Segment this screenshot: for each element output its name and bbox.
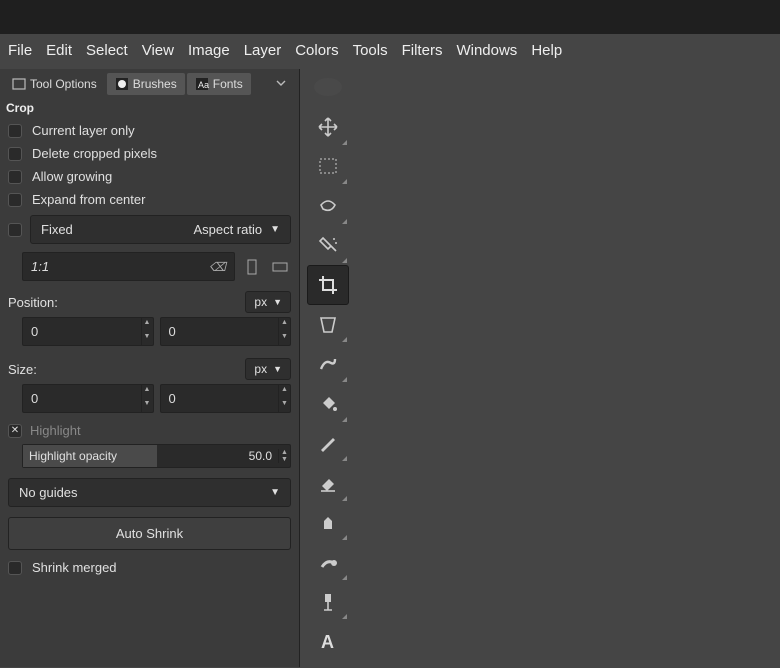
- spin-up[interactable]: ▲: [279, 385, 290, 399]
- fixed-mode: Aspect ratio: [193, 222, 262, 237]
- menu-help[interactable]: Help: [531, 42, 562, 59]
- spin-down[interactable]: ▼: [142, 332, 153, 346]
- chevron-down-icon: ▼: [273, 297, 282, 307]
- menu-select[interactable]: Select: [86, 42, 128, 59]
- input-size-w[interactable]: ▲▼: [22, 384, 154, 413]
- spin-up[interactable]: ▲: [279, 449, 290, 456]
- slider-highlight-opacity[interactable]: Highlight opacity 50.0 ▲▼: [22, 444, 291, 468]
- tool-eraser[interactable]: [307, 463, 349, 503]
- tab-label: Fonts: [213, 77, 243, 91]
- check-allow-growing[interactable]: [8, 170, 22, 184]
- chevron-down-icon: ▼: [270, 487, 280, 498]
- check-expand-center[interactable]: [8, 193, 22, 207]
- position-label: Position:: [8, 295, 58, 310]
- fonts-icon: Aa: [195, 77, 209, 91]
- unit-label: px: [254, 362, 267, 376]
- tool-bucket-fill[interactable]: [307, 384, 349, 424]
- tool-options-panel: Tool Options Brushes Aa Fonts Crop: [0, 69, 300, 667]
- label-expand-center: Expand from center: [32, 192, 145, 207]
- size-label: Size:: [8, 362, 37, 377]
- menu-edit[interactable]: Edit: [46, 42, 72, 59]
- input-position-x[interactable]: ▲▼: [22, 317, 154, 346]
- tab-fonts[interactable]: Aa Fonts: [187, 73, 251, 95]
- titlebar: [0, 0, 780, 34]
- input-position-y[interactable]: ▲▼: [160, 317, 292, 346]
- spin-down[interactable]: ▼: [279, 456, 290, 463]
- fixed-label: Fixed: [41, 222, 73, 237]
- check-highlight[interactable]: [8, 424, 22, 438]
- input-size-h[interactable]: ▲▼: [160, 384, 292, 413]
- menu-filters[interactable]: Filters: [402, 42, 443, 59]
- select-fixed-mode[interactable]: Fixed Aspect ratio ▼: [30, 215, 291, 244]
- tool-move[interactable]: [307, 107, 349, 147]
- unit-label: px: [254, 295, 267, 309]
- toolbox: A: [300, 69, 356, 667]
- button-auto-shrink[interactable]: Auto Shrink: [8, 517, 291, 550]
- spin-down[interactable]: ▼: [279, 332, 290, 346]
- opacity-value: 50.0: [243, 445, 278, 467]
- tab-menu-icon[interactable]: [275, 77, 289, 91]
- menubar: File Edit Select View Image Layer Colors…: [0, 34, 780, 69]
- tool-paths[interactable]: [307, 582, 349, 622]
- chevron-down-icon: ▼: [270, 224, 280, 235]
- gimp-logo-icon: [308, 75, 348, 99]
- tool-smudge[interactable]: [307, 542, 349, 582]
- tab-label: Tool Options: [30, 77, 97, 91]
- spin-down[interactable]: ▼: [279, 399, 290, 413]
- portrait-icon[interactable]: [241, 256, 263, 278]
- tab-brushes[interactable]: Brushes: [107, 73, 185, 95]
- section-title: Crop: [0, 95, 299, 119]
- tool-warp[interactable]: [307, 344, 349, 384]
- tool-clone[interactable]: [307, 503, 349, 543]
- brushes-icon: [115, 77, 129, 91]
- check-shrink-merged[interactable]: [8, 561, 22, 575]
- guides-value: No guides: [19, 485, 78, 500]
- select-guides[interactable]: No guides ▼: [8, 478, 291, 507]
- menu-tools[interactable]: Tools: [353, 42, 388, 59]
- check-fixed[interactable]: [8, 223, 22, 237]
- select-position-unit[interactable]: px ▼: [245, 291, 291, 313]
- svg-text:Aa: Aa: [198, 80, 209, 90]
- check-delete-cropped[interactable]: [8, 147, 22, 161]
- menu-image[interactable]: Image: [188, 42, 230, 59]
- input-size-w-value[interactable]: [23, 385, 141, 412]
- label-allow-growing: Allow growing: [32, 169, 112, 184]
- tab-tool-options[interactable]: Tool Options: [4, 73, 105, 95]
- menu-file[interactable]: File: [8, 42, 32, 59]
- svg-text:A: A: [321, 632, 334, 652]
- input-size-h-value[interactable]: [161, 385, 279, 412]
- select-size-unit[interactable]: px ▼: [245, 358, 291, 380]
- spin-up[interactable]: ▲: [142, 385, 153, 399]
- tool-text[interactable]: A: [307, 621, 349, 661]
- tool-free-select[interactable]: [307, 186, 349, 226]
- input-position-x-value[interactable]: [23, 318, 141, 345]
- menu-windows[interactable]: Windows: [456, 42, 517, 59]
- clear-icon[interactable]: ⌫: [209, 260, 226, 274]
- tool-options-icon: [12, 77, 26, 91]
- landscape-icon[interactable]: [269, 256, 291, 278]
- menu-layer[interactable]: Layer: [244, 42, 282, 59]
- input-aspect-ratio[interactable]: 1:1 ⌫: [22, 252, 235, 281]
- chevron-down-icon: ▼: [273, 364, 282, 374]
- input-position-y-value[interactable]: [161, 318, 279, 345]
- ratio-value: 1:1: [31, 259, 49, 274]
- tool-crop[interactable]: [307, 265, 349, 305]
- menu-colors[interactable]: Colors: [295, 42, 338, 59]
- label-highlight: Highlight: [30, 423, 81, 438]
- label-shrink-merged: Shrink merged: [32, 560, 117, 575]
- spin-down[interactable]: ▼: [142, 399, 153, 413]
- opacity-label: Highlight opacity: [23, 445, 243, 467]
- tool-unified-transform[interactable]: [307, 305, 349, 345]
- tool-rect-select[interactable]: [307, 147, 349, 187]
- tool-fuzzy-select[interactable]: [307, 226, 349, 266]
- tool-paintbrush[interactable]: [307, 424, 349, 464]
- label-current-layer: Current layer only: [32, 123, 135, 138]
- spin-up[interactable]: ▲: [142, 318, 153, 332]
- spin-up[interactable]: ▲: [279, 318, 290, 332]
- check-current-layer[interactable]: [8, 124, 22, 138]
- label-delete-cropped: Delete cropped pixels: [32, 146, 157, 161]
- menu-view[interactable]: View: [142, 42, 174, 59]
- canvas-area: [356, 69, 780, 667]
- tab-label: Brushes: [133, 77, 177, 91]
